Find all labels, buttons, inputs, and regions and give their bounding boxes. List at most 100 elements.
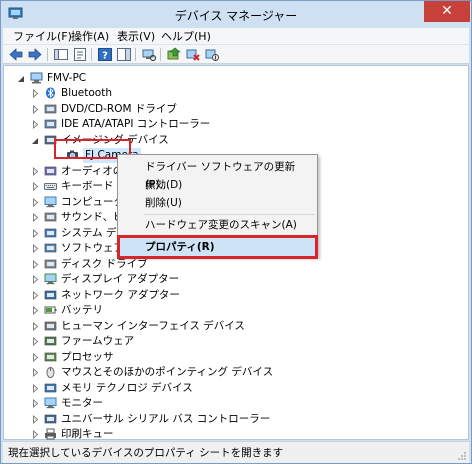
- expand-arrow-icon[interactable]: [32, 383, 39, 393]
- dvd-drive-icon: [44, 104, 57, 113]
- close-button[interactable]: ✕: [424, 1, 470, 22]
- tree-item-label: IDE ATA/ATAPI コントローラー: [61, 118, 211, 130]
- collapse-arrow-icon[interactable]: [18, 74, 25, 83]
- toolbar-separator: [135, 48, 136, 61]
- battery-icon: [44, 306, 57, 314]
- memory-device-icon: [44, 383, 57, 392]
- window-title: デバイス マネージャー: [174, 9, 298, 23]
- tree-item[interactable]: IDE ATA/ATAPI コントローラー: [4, 117, 464, 132]
- computer-icon: [30, 72, 43, 84]
- expand-arrow-icon[interactable]: [32, 414, 39, 424]
- computer-icon: [44, 196, 57, 207]
- properties-highlight-box: [117, 235, 318, 259]
- tree-item[interactable]: Bluetooth: [4, 86, 464, 101]
- expand-arrow-icon[interactable]: [32, 120, 39, 129]
- firmware-icon: [44, 336, 57, 346]
- display-adapter-icon: [44, 273, 57, 285]
- expand-arrow-icon[interactable]: [32, 368, 39, 377]
- expand-arrow-icon[interactable]: [32, 275, 39, 284]
- ctx-disable[interactable]: 無効(D): [119, 176, 316, 194]
- tree-item-label: ネットワーク アダプター: [61, 288, 180, 301]
- forward-icon[interactable]: [27, 47, 43, 62]
- hid-icon: [44, 321, 57, 330]
- ctx-update-driver[interactable]: ドライバー ソフトウェアの更新(P)...: [119, 158, 316, 191]
- action-pane-icon[interactable]: [116, 47, 132, 62]
- tree-item[interactable]: バッテリ: [4, 303, 464, 318]
- tree-item[interactable]: DVD/CD-ROM ドライブ: [4, 102, 464, 117]
- expand-arrow-icon[interactable]: [32, 306, 39, 315]
- tree-item[interactable]: ユニバーサル シリアル バス コントローラー: [4, 412, 464, 427]
- expand-arrow-icon[interactable]: [32, 213, 39, 222]
- back-icon[interactable]: [8, 47, 24, 62]
- scan-hardware-icon[interactable]: [141, 47, 157, 62]
- toolbar-separator: [160, 48, 161, 61]
- collapse-arrow-icon[interactable]: [32, 136, 39, 145]
- svg-text:?: ?: [102, 51, 108, 62]
- system-device-icon: [44, 228, 57, 237]
- expand-arrow-icon[interactable]: [32, 290, 39, 300]
- expand-arrow-icon[interactable]: [32, 104, 39, 114]
- tree-item[interactable]: ファームウェア: [4, 334, 464, 349]
- menu-file[interactable]: ファイル(F): [11, 29, 74, 44]
- menu-action[interactable]: 操作(A): [69, 29, 111, 44]
- expand-arrow-icon[interactable]: [32, 337, 39, 346]
- tree-item-label: DVD/CD-ROM ドライブ: [61, 102, 177, 115]
- tree-item-label: メモリ テクノロジ デバイス: [61, 381, 193, 394]
- print-queue-icon: [45, 428, 56, 440]
- tree-item-label: マウスとそのほかのポインティング デバイス: [61, 366, 274, 378]
- tree-item[interactable]: モニター: [4, 396, 464, 411]
- expand-arrow-icon[interactable]: [32, 166, 39, 176]
- uninstall-icon[interactable]: [185, 47, 201, 62]
- sound-video-icon: [44, 212, 57, 222]
- menu-bar: ファイル(F) 操作(A) 表示(V) ヘルプ(H): [3, 28, 469, 45]
- update-driver-icon[interactable]: [166, 47, 182, 62]
- tree-item-label: ディスプレイ アダプター: [61, 273, 180, 285]
- title-bar[interactable]: デバイス マネージャー ✕: [1, 1, 471, 28]
- software-device-icon: [44, 243, 57, 253]
- ide-controller-icon: [44, 119, 57, 129]
- expand-arrow-icon[interactable]: [32, 89, 39, 98]
- tree-item-label: ファームウェア: [61, 335, 135, 347]
- expand-arrow-icon[interactable]: [32, 430, 39, 439]
- tree-item[interactable]: ディスプレイ アダプター: [4, 272, 464, 287]
- ctx-scan-hardware[interactable]: ハードウェア変更のスキャン(A): [119, 216, 316, 234]
- tree-item-label: 印刷キュー: [61, 428, 114, 440]
- usb-controller-icon: [44, 414, 57, 423]
- tree-item[interactable]: ネットワーク アダプター: [4, 288, 464, 303]
- toolbar-separator: [47, 48, 48, 61]
- tree-item[interactable]: プロセッサ: [4, 350, 464, 365]
- network-adapter-icon: [44, 290, 57, 299]
- properties-icon[interactable]: [72, 47, 88, 62]
- expand-arrow-icon[interactable]: [32, 259, 39, 269]
- menu-view[interactable]: 表示(V): [115, 29, 157, 44]
- toolbar-separator: [91, 48, 92, 61]
- expand-arrow-icon[interactable]: [32, 228, 39, 238]
- ctx-uninstall[interactable]: 削除(U): [119, 194, 316, 212]
- show-hide-console-tree-icon[interactable]: [53, 47, 69, 62]
- expand-arrow-icon[interactable]: [32, 352, 39, 362]
- close-icon: ✕: [441, 3, 453, 19]
- tree-item-label: Bluetooth: [61, 87, 112, 99]
- device-manager-window: デバイス マネージャー ✕ ファイル(F) 操作(A) 表示(V) ヘルプ(H): [0, 0, 472, 464]
- expand-arrow-icon[interactable]: [32, 321, 39, 331]
- expand-arrow-icon[interactable]: [32, 197, 39, 207]
- status-bar: 現在選択しているデバイスのプロパティ シートを開きます: [3, 441, 469, 463]
- resize-grip-icon[interactable]: [457, 451, 467, 461]
- ctx-separator: [144, 214, 315, 215]
- tree-item[interactable]: マウスとそのほかのポインティング デバイス: [4, 365, 464, 380]
- status-text: 現在選択しているデバイスのプロパティ シートを開きます: [8, 447, 284, 459]
- tree-item[interactable]: メモリ テクノロジ デバイス: [4, 381, 464, 396]
- expand-arrow-icon[interactable]: [32, 182, 39, 191]
- disable-device-icon[interactable]: [204, 47, 220, 62]
- tree-item[interactable]: 印刷キュー: [4, 427, 464, 442]
- tree-root-label: FMV-PC: [47, 72, 87, 84]
- tree-root[interactable]: FMV-PC: [18, 71, 218, 86]
- tree-item[interactable]: ヒューマン インターフェイス デバイス: [4, 319, 464, 334]
- help-icon[interactable]: ?: [97, 47, 113, 62]
- tree-item-label: モニター: [61, 397, 103, 409]
- expand-arrow-icon[interactable]: [32, 244, 39, 253]
- menu-help[interactable]: ヘルプ(H): [159, 29, 213, 44]
- toolbar: ?: [3, 45, 469, 64]
- expand-arrow-icon[interactable]: [32, 399, 39, 408]
- bluetooth-icon: [46, 87, 55, 99]
